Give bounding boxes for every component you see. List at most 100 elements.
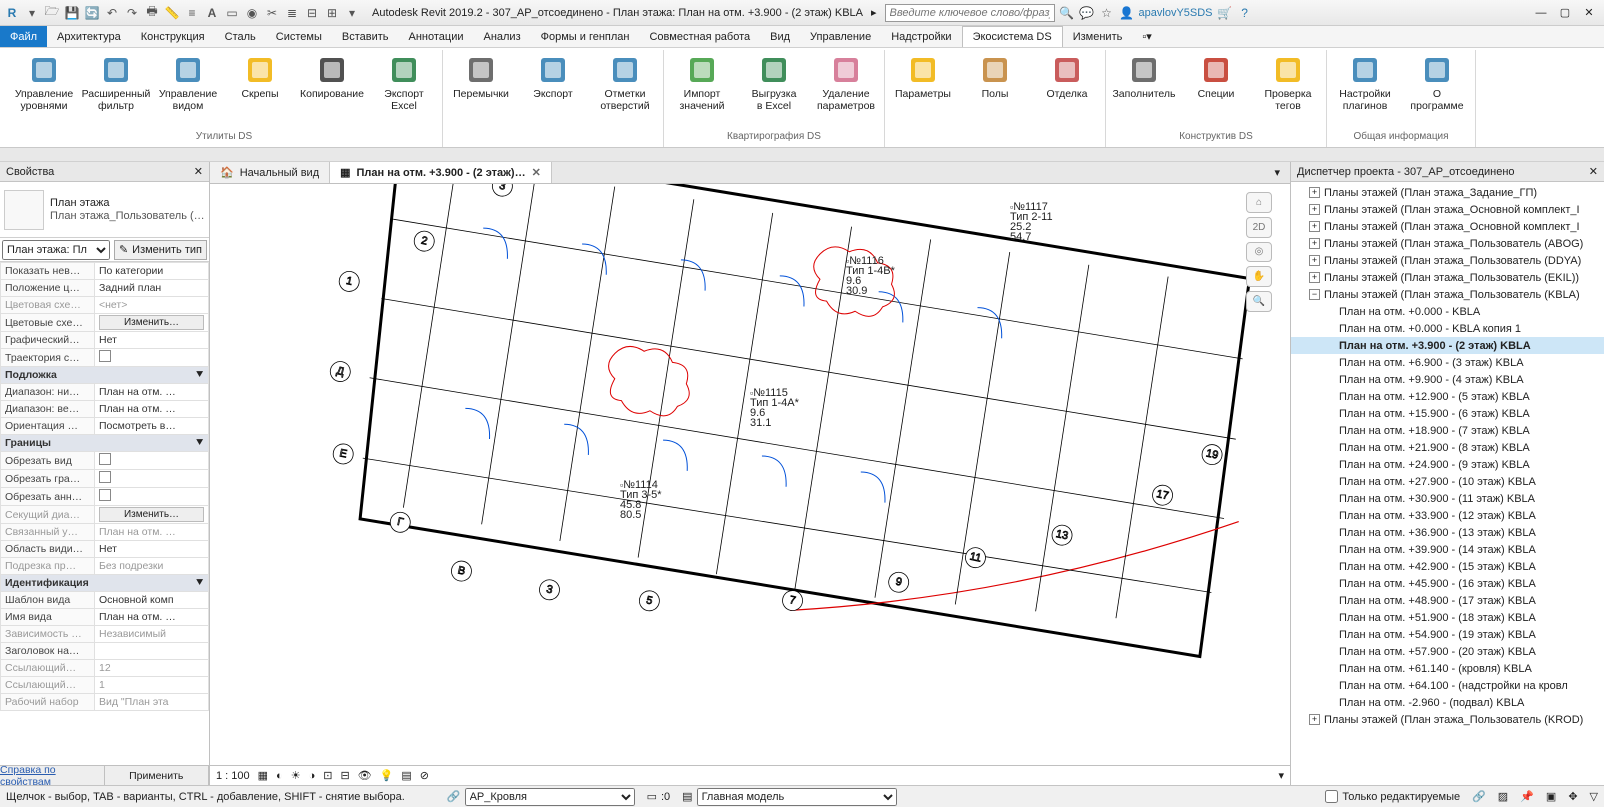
prop-value[interactable]: План на отм. … <box>95 384 209 401</box>
properties-close-icon[interactable]: ✕ <box>194 165 203 178</box>
tree-view-item[interactable]: План на отм. +6.900 - (3 этаж) KBLA <box>1291 354 1604 371</box>
instance-selector[interactable]: План этажа: Пл <box>2 240 110 260</box>
menu-architecture[interactable]: Архитектура <box>47 26 131 47</box>
select-underlay-icon[interactable]: ▨ <box>1498 790 1508 803</box>
redo-icon[interactable]: ↷ <box>124 5 140 21</box>
filler-button[interactable]: Заполнитель <box>1112 54 1176 100</box>
expand-icon[interactable]: + <box>1309 187 1320 198</box>
expand-icon[interactable]: + <box>1309 714 1320 725</box>
workset-icon[interactable]: 🔗 <box>447 790 461 803</box>
prop-value[interactable]: План на отм. … <box>95 609 209 626</box>
nav-zoom-icon[interactable]: 🔍 <box>1246 291 1272 312</box>
section-icon[interactable]: ✂ <box>264 5 280 21</box>
prop-value[interactable]: Изменить… <box>95 506 209 524</box>
check-tags-button[interactable]: Проверкатегов <box>1256 54 1320 112</box>
tree-group[interactable]: +Планы этажей (План этажа_Пользователь (… <box>1291 252 1604 269</box>
tree-view-item[interactable]: План на отм. +9.900 - (4 этаж) KBLA <box>1291 371 1604 388</box>
qat-customize-icon[interactable]: ▾ <box>344 5 360 21</box>
menu-systems[interactable]: Системы <box>266 26 332 47</box>
plugin-settings-button[interactable]: Настройкиплагинов <box>1333 54 1397 112</box>
expand-icon[interactable]: + <box>1309 238 1320 249</box>
shadows-icon[interactable]: ◑ <box>309 770 316 782</box>
tree-view-item[interactable]: План на отм. +45.900 - (16 этаж) KBLA <box>1291 575 1604 592</box>
prop-value[interactable]: Без подрезки <box>95 558 209 575</box>
properties-apply-button[interactable]: Применить <box>105 766 210 785</box>
thin-lines-icon[interactable]: ≣ <box>284 5 300 21</box>
expand-icon[interactable]: − <box>1309 289 1320 300</box>
tree-view-item[interactable]: План на отм. +21.900 - (8 этаж) KBLA <box>1291 439 1604 456</box>
editable-only-checkbox[interactable] <box>1325 790 1338 803</box>
tree-group[interactable]: −Планы этажей (План этажа_Пользователь (… <box>1291 286 1604 303</box>
minimize-icon[interactable]: — <box>1530 4 1552 22</box>
finish-button[interactable]: Отделка <box>1035 54 1099 100</box>
maximize-icon[interactable]: ▢ <box>1554 4 1576 22</box>
prop-value[interactable]: Основной комп <box>95 592 209 609</box>
opening-marks-button[interactable]: Отметкиотверстий <box>593 54 657 112</box>
tree-group[interactable]: +Планы этажей (План этажа_Основной компл… <box>1291 218 1604 235</box>
expand-icon[interactable]: + <box>1309 221 1320 232</box>
select-links-icon[interactable]: 🔗 <box>1472 790 1486 803</box>
tree-view-item[interactable]: План на отм. +0.000 - KBLA копия 1 <box>1291 320 1604 337</box>
exchange-icon[interactable]: 🛒 <box>1217 5 1233 21</box>
search-input[interactable] <box>885 4 1055 22</box>
view-tab-home[interactable]: 🏠 Начальный вид <box>210 162 330 183</box>
tree-view-item[interactable]: План на отм. +15.900 - (6 этаж) KBLA <box>1291 405 1604 422</box>
prop-value[interactable] <box>95 470 209 488</box>
close-hidden-icon[interactable]: ⊟ <box>304 5 320 21</box>
tab-close-icon[interactable]: ✕ <box>532 166 541 179</box>
filter-icon[interactable]: ▽ <box>1590 790 1598 803</box>
lintels-button[interactable]: Перемычки <box>449 54 513 100</box>
import-values-button[interactable]: Импортзначений <box>670 54 734 112</box>
edit-type-button[interactable]: ✎ Изменить тип <box>114 240 207 260</box>
text-icon[interactable]: A <box>204 5 220 21</box>
tree-view-item[interactable]: План на отм. +30.900 - (11 этаж) KBLA <box>1291 490 1604 507</box>
tree-view-item[interactable]: План на отм. +54.900 - (19 этаж) KBLA <box>1291 626 1604 643</box>
menu-annotate[interactable]: Аннотации <box>399 26 474 47</box>
tree-view-item[interactable]: План на отм. +57.900 - (20 этаж) KBLA <box>1291 643 1604 660</box>
favorite-icon[interactable]: ☆ <box>1099 5 1115 21</box>
user-icon[interactable]: 👤 <box>1119 5 1135 21</box>
copying-button[interactable]: Копирование <box>300 54 364 100</box>
properties-help-link[interactable]: Справка по свойствам <box>0 766 105 785</box>
prop-value[interactable]: Вид "План эта <box>95 694 209 711</box>
menu-addins[interactable]: Надстройки <box>881 26 961 47</box>
menu-insert[interactable]: Вставить <box>332 26 399 47</box>
detail-level-icon[interactable]: ▦ <box>258 769 268 782</box>
prop-value[interactable] <box>95 349 209 367</box>
nav-wheel-icon[interactable]: ◎ <box>1246 242 1272 263</box>
tree-group[interactable]: +Планы этажей (План этажа_Пользователь (… <box>1291 711 1604 728</box>
sync-icon[interactable]: 🔄 <box>84 5 100 21</box>
prop-value[interactable]: 1 <box>95 677 209 694</box>
nav-2d-icon[interactable]: 2D <box>1246 217 1272 238</box>
tree-view-item[interactable]: План на отм. +61.140 - (кровля) KBLA <box>1291 660 1604 677</box>
design-options-icon[interactable]: ▤ <box>682 790 692 803</box>
tree-view-item[interactable]: План на отм. -2.960 - (подвал) KBLA <box>1291 694 1604 711</box>
tree-view-item[interactable]: План на отм. +42.900 - (15 этаж) KBLA <box>1291 558 1604 575</box>
workset-select[interactable]: АР_Кровля <box>465 788 635 806</box>
tree-view-item[interactable]: План на отм. +12.900 - (5 этаж) KBLA <box>1291 388 1604 405</box>
tree-view-item[interactable]: План на отм. +51.900 - (18 этаж) KBLA <box>1291 609 1604 626</box>
prop-value[interactable] <box>95 488 209 506</box>
tree-group[interactable]: +Планы этажей (План этажа_Основной компл… <box>1291 201 1604 218</box>
tree-view-item[interactable]: План на отм. +64.100 - (надстройки на кр… <box>1291 677 1604 694</box>
tree-view-item[interactable]: План на отм. +33.900 - (12 этаж) KBLA <box>1291 507 1604 524</box>
menu-modify[interactable]: Изменить <box>1063 26 1133 47</box>
tree-view-item[interactable]: План на отм. +48.900 - (17 этаж) KBLA <box>1291 592 1604 609</box>
measure-icon[interactable]: 📏 <box>164 5 180 21</box>
tree-group[interactable]: +Планы этажей (План этажа_Пользователь (… <box>1291 235 1604 252</box>
property-grid[interactable]: Показать нев…По категорииПоложение ц…Зад… <box>0 262 209 765</box>
prop-value[interactable]: 12 <box>95 660 209 677</box>
prop-value[interactable]: Задний план <box>95 280 209 297</box>
scale-label[interactable]: 1 : 100 <box>216 770 250 782</box>
visual-style-icon[interactable]: ◐ <box>276 770 283 782</box>
clips-button[interactable]: Скрепы <box>228 54 292 100</box>
prop-value[interactable]: Нет <box>95 332 209 349</box>
tree-view-item[interactable]: План на отм. +3.900 - (2 этаж) KBLA <box>1291 337 1604 354</box>
tree-view-item[interactable]: План на отм. +18.900 - (7 этаж) KBLA <box>1291 422 1604 439</box>
menu-overflow-icon[interactable]: ▫▾ <box>1132 26 1161 47</box>
tree-view-item[interactable]: План на отм. +39.900 - (14 этаж) KBLA <box>1291 541 1604 558</box>
prop-value[interactable]: План на отм. … <box>95 401 209 418</box>
advanced-filter-button[interactable]: Расширенныйфильтр <box>84 54 148 112</box>
search-icon[interactable]: 🔍 <box>1059 5 1075 21</box>
drawing-canvas[interactable]: 1 Д Е 2 3 6 8 19 17 13 11 9 7 5 <box>210 184 1290 765</box>
